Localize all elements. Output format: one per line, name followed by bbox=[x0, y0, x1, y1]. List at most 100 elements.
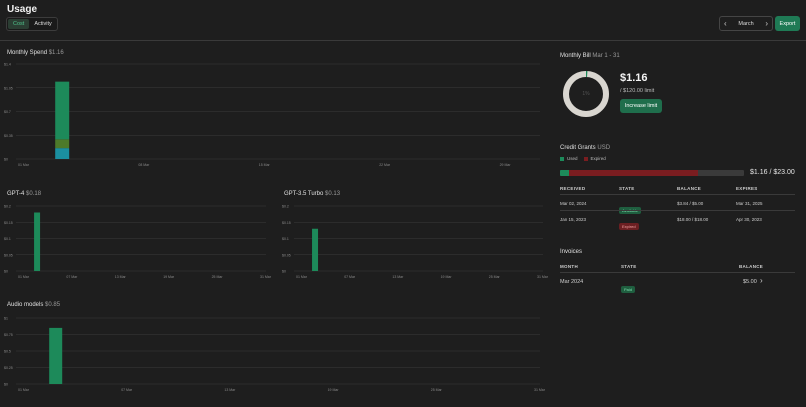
y-tick-label: $0 bbox=[4, 158, 8, 162]
invoice-balance: $5.00 bbox=[743, 279, 757, 285]
credits-header-divider bbox=[560, 194, 795, 195]
x-tick-label: 19 Mar bbox=[163, 275, 175, 279]
credit-legend: Used Expired bbox=[560, 156, 606, 161]
credits-header-received: RECEIVED bbox=[560, 186, 586, 191]
status-badge: Expired bbox=[619, 223, 639, 230]
invoice-state: Paid bbox=[621, 278, 636, 296]
x-tick-label: 31 Mar bbox=[534, 388, 546, 392]
gpt4-value: $0.18 bbox=[26, 191, 42, 197]
y-tick-label: $0.05 bbox=[4, 253, 13, 257]
audio-value: $0.85 bbox=[45, 302, 61, 308]
expired-swatch bbox=[583, 156, 588, 161]
credit-row-expires: Apr 30, 2023 bbox=[736, 217, 762, 222]
x-tick-label: 15 Mar bbox=[259, 163, 271, 167]
invoices-header-state: STATE bbox=[621, 264, 637, 269]
y-tick-label: $0.25 bbox=[4, 366, 13, 370]
x-tick-label: 19 Mar bbox=[328, 388, 340, 392]
y-tick-label: $0.2 bbox=[4, 205, 11, 209]
legend-expired: Expired bbox=[590, 156, 606, 161]
credit-row-balance: $3.84 / $5.00 bbox=[677, 201, 704, 206]
invoice-month: Mar 2024 bbox=[560, 279, 584, 285]
bar bbox=[312, 228, 319, 271]
gpt4-label: GPT-4 bbox=[7, 191, 25, 197]
y-tick-label: $0.2 bbox=[282, 205, 289, 209]
x-tick-label: 19 Mar bbox=[441, 275, 453, 279]
view-tabs: Cost Activity bbox=[6, 17, 58, 31]
monthly-spend-label: Monthly Spend bbox=[7, 50, 48, 56]
credit-amount: $1.16 / $23.00 bbox=[750, 169, 795, 176]
y-tick-label: $0 bbox=[282, 270, 286, 274]
x-tick-label: 25 Mar bbox=[212, 275, 224, 279]
gpt35-title: GPT-3.5 Turbo $0.13 bbox=[284, 191, 340, 197]
page-title: Usage bbox=[7, 4, 38, 15]
x-tick-label: 25 Mar bbox=[489, 275, 501, 279]
credit-row-received: Jan 15, 2023 bbox=[560, 217, 587, 222]
invoice-row[interactable]: Mar 2024 Paid $5.00 › bbox=[560, 276, 795, 293]
y-tick-label: $0 bbox=[4, 383, 8, 387]
x-tick-label: 13 Mar bbox=[224, 388, 236, 392]
y-tick-label: $0.7 bbox=[4, 110, 11, 114]
x-tick-label: 31 Mar bbox=[260, 275, 272, 279]
chevron-left-icon[interactable]: ‹ bbox=[724, 17, 727, 30]
increase-limit-button[interactable]: Increase limit bbox=[620, 99, 662, 113]
gpt4-chart: $0 $0.05 $0.1 $0.15 $0.2 01 Mar 07 Mar 13 Mar 19… bbox=[4, 205, 272, 280]
month-selector: ‹ March › bbox=[719, 16, 773, 31]
credit-progress-bar bbox=[560, 170, 744, 176]
bar bbox=[55, 139, 70, 149]
credits-header-expires: EXPIRES bbox=[736, 186, 758, 191]
y-tick-label: $0.1 bbox=[4, 237, 11, 241]
status-badge: Paid bbox=[621, 286, 636, 293]
credit-grants-title: Credit Grants USD bbox=[560, 145, 610, 151]
invoices-header-divider bbox=[560, 272, 795, 273]
monthly-bill-range: Mar 1 - 31 bbox=[592, 53, 620, 59]
gpt35-label: GPT-3.5 Turbo bbox=[284, 191, 324, 197]
y-tick-label: $0.15 bbox=[282, 221, 291, 225]
credit-row-state: Expired bbox=[619, 215, 639, 233]
legend-used: Used bbox=[567, 156, 578, 161]
gpt35-chart: $0 $0.05 $0.1 $0.15 $0.2 01 Mar 07 Mar 13 Mar 19… bbox=[282, 205, 549, 280]
monthly-spend-value: $1.16 bbox=[48, 50, 64, 56]
credit-row-received: Mar 02, 2024 bbox=[560, 201, 587, 206]
gpt4-title: GPT-4 $0.18 bbox=[7, 191, 41, 197]
credit-row-balance: $18.00 / $18.00 bbox=[677, 217, 709, 222]
invoices-header-balance: BALANCE bbox=[739, 264, 764, 269]
bill-limit: / $120.00 limit bbox=[620, 88, 655, 94]
x-tick-label: 01 Mar bbox=[296, 275, 308, 279]
bill-percent: 1% bbox=[582, 91, 590, 97]
invoices-title: Invoices bbox=[560, 249, 583, 255]
chevron-right-icon[interactable]: › bbox=[765, 17, 768, 30]
y-tick-label: $1.05 bbox=[4, 86, 13, 90]
gpt35-value: $0.13 bbox=[325, 191, 341, 197]
credits-header-state: STATE bbox=[619, 186, 635, 191]
x-tick-label: 29 Mar bbox=[500, 163, 512, 167]
audio-label: Audio models bbox=[7, 302, 44, 308]
y-tick-label: $0.5 bbox=[4, 350, 11, 354]
y-tick-label: $0.15 bbox=[4, 221, 13, 225]
credit-grants-unit: USD bbox=[597, 145, 611, 151]
bar bbox=[34, 212, 41, 271]
export-button[interactable]: Export bbox=[775, 16, 800, 31]
x-tick-label: 07 Mar bbox=[344, 275, 356, 279]
credits-header-balance: BALANCE bbox=[677, 186, 702, 191]
bar bbox=[55, 81, 70, 140]
chevron-right-icon[interactable]: › bbox=[760, 276, 763, 285]
x-tick-label: 08 Mar bbox=[138, 163, 150, 167]
monthly-spend-title: Monthly Spend $1.16 bbox=[7, 50, 64, 56]
x-tick-label: 25 Mar bbox=[431, 388, 443, 392]
x-tick-label: 01 Mar bbox=[18, 163, 30, 167]
header-divider bbox=[0, 40, 806, 41]
y-tick-label: $1.4 bbox=[4, 63, 11, 67]
tab-cost[interactable]: Cost bbox=[8, 19, 30, 29]
used-swatch bbox=[560, 156, 564, 161]
x-tick-label: 31 Mar bbox=[537, 275, 549, 279]
monthly-spend-chart: $0 $0.35 $0.7 $1.05 $1.4 01 Mar 08 Mar 15 Mar 22… bbox=[4, 63, 540, 167]
monthly-bill-title: Monthly Bill Mar 1 - 31 bbox=[560, 53, 620, 59]
y-tick-label: $0 bbox=[4, 270, 8, 274]
tab-activity[interactable]: Activity bbox=[29, 19, 56, 29]
monthly-bill-label: Monthly Bill bbox=[560, 53, 591, 59]
invoices-header-month: MONTH bbox=[560, 264, 578, 269]
x-tick-label: 01 Mar bbox=[18, 275, 30, 279]
x-tick-label: 01 Mar bbox=[18, 388, 30, 392]
credit-row-expires: Mar 31, 2025 bbox=[736, 201, 763, 206]
x-tick-label: 13 Mar bbox=[392, 275, 404, 279]
